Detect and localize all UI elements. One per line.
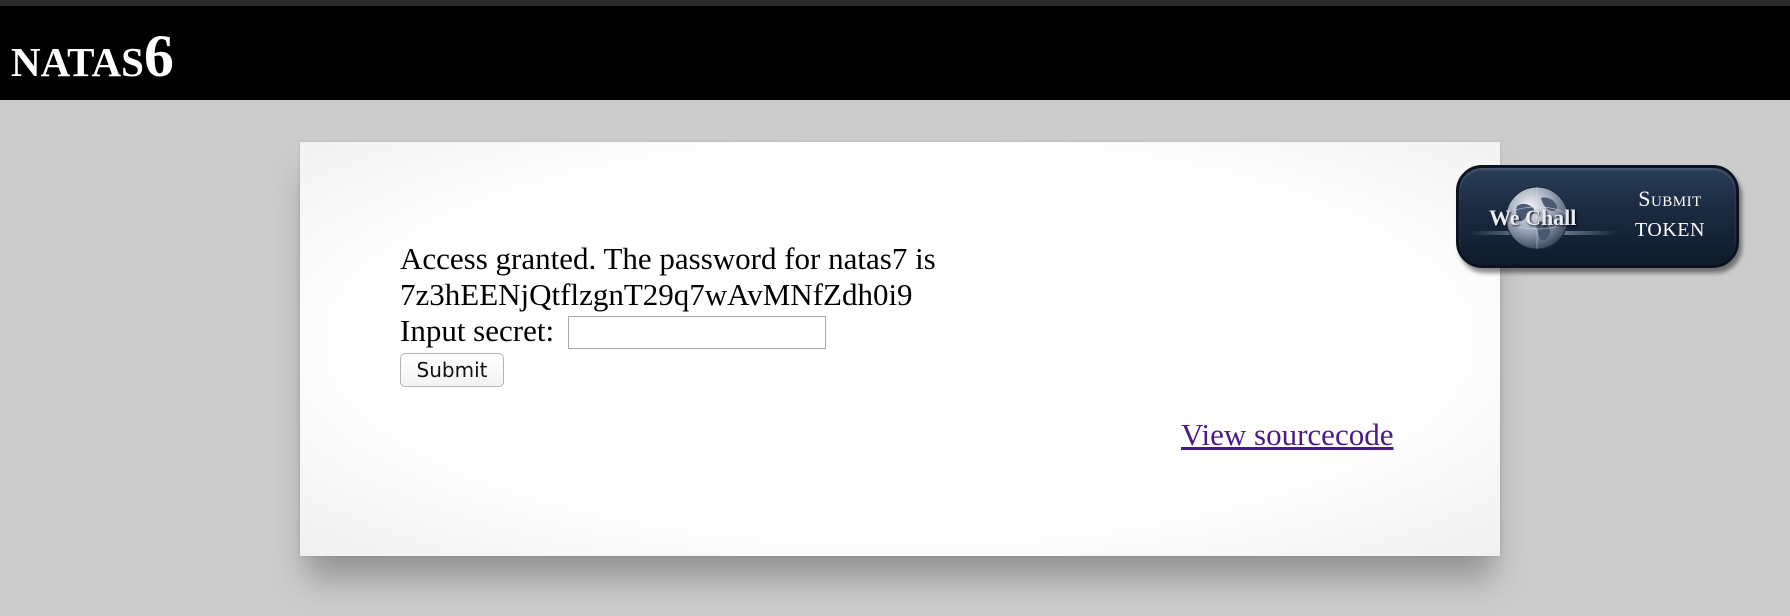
content-panel: Access granted. The password for natas7 … [300,142,1500,556]
password-text: 7z3hEENjQtflzgnT29q7wAvMNfZdh0i9 [400,277,913,312]
token-label: TOKEN [1635,219,1705,241]
page-header: NATAS6 [0,6,1790,100]
wechall-brand-label: We Chall [1489,205,1577,230]
submit-button[interactable]: Submit [400,353,504,387]
logo-text: NATAS [11,39,144,85]
logo-level-number: 6 [143,23,174,89]
site-logo: NATAS6 [11,26,174,86]
secret-label: Input secret: [400,313,555,348]
submit-label: Submit [1638,186,1702,211]
secret-input[interactable] [568,316,826,349]
view-sourcecode-link[interactable]: View sourcecode [1181,417,1393,453]
wechall-submit-token-button[interactable]: We Chall Submit TOKEN [1456,165,1739,268]
access-message: Access granted. The password for natas7 … [400,241,936,276]
